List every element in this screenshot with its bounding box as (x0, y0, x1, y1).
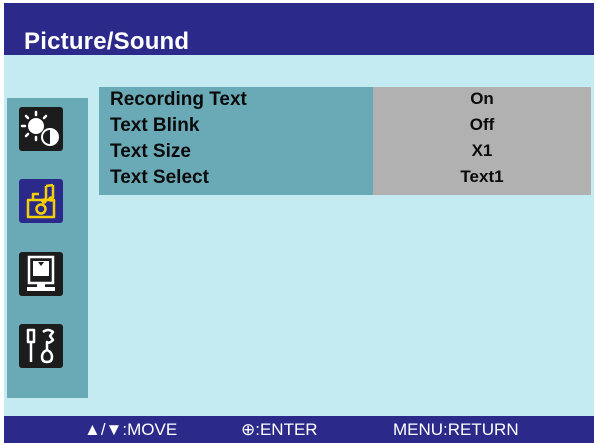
sidebar-item-picture[interactable] (19, 107, 63, 151)
menu-row-recording-text[interactable]: Recording Text On (99, 87, 591, 113)
tools-icon (26, 328, 55, 364)
sidebar-item-picture-sound[interactable] (19, 179, 63, 223)
footer-hint-bar: ▲/▼:MOVE ⊕:ENTER MENU:RETURN (4, 416, 594, 443)
enter-hint: ⊕:ENTER (241, 420, 318, 439)
settings-table: Recording Text On Text Blink Off Text Si… (99, 87, 591, 195)
page-title: Picture/Sound (24, 28, 190, 55)
menu-row-label: Text Size (110, 141, 191, 162)
menu-row-value[interactable]: Text1 (373, 167, 591, 187)
return-hint: MENU:RETURN (393, 420, 519, 439)
menu-row-label: Text Select (110, 167, 209, 188)
menu-row-text-blink[interactable]: Text Blink Off (99, 113, 591, 139)
monitor-icon (27, 255, 55, 291)
title-bar: Picture/Sound (4, 3, 594, 55)
menu-row-value[interactable]: On (373, 89, 591, 109)
menu-row-label: Recording Text (110, 89, 247, 110)
brightness-contrast-icon (20, 110, 59, 146)
menu-row-value[interactable]: X1 (373, 141, 591, 161)
sidebar (7, 98, 88, 398)
sidebar-item-setup[interactable] (19, 324, 63, 368)
move-hint: ▲/▼:MOVE (84, 420, 178, 439)
camera-music-icon (26, 183, 56, 219)
menu-row-text-size[interactable]: Text Size X1 (99, 139, 591, 165)
menu-row-label: Text Blink (110, 115, 200, 136)
menu-row-text-select[interactable]: Text Select Text1 (99, 165, 591, 191)
sidebar-item-display[interactable] (19, 252, 63, 296)
menu-row-value[interactable]: Off (373, 115, 591, 135)
osd-menu: Picture/Sound Recording Text On Text Bli… (4, 3, 594, 443)
